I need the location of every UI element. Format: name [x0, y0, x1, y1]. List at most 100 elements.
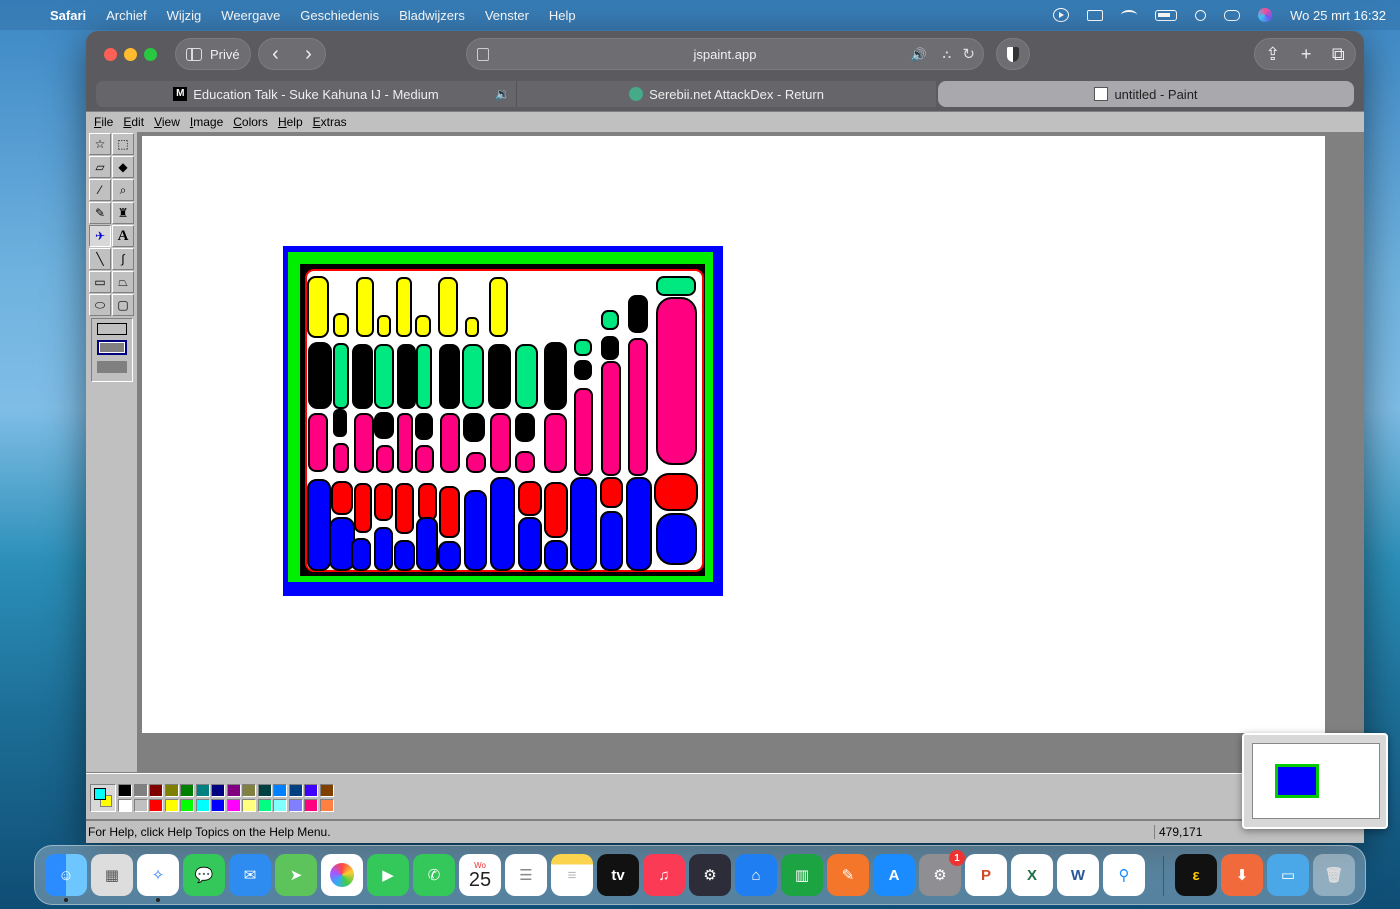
pages-icon[interactable]: ✎	[827, 854, 869, 896]
menubar-item-weergave[interactable]: Weergave	[221, 8, 280, 23]
color-swatch[interactable]	[319, 799, 334, 812]
phone-icon[interactable]: ✆	[413, 854, 455, 896]
address-bar[interactable]: jspaint.app 🔊 ⛬ ↻	[466, 38, 984, 70]
menubar-item-archief[interactable]: Archief	[106, 8, 146, 23]
mail-icon[interactable]: ✉	[229, 854, 271, 896]
color-swatch[interactable]	[133, 799, 148, 812]
music-icon[interactable]: ♫	[643, 854, 685, 896]
tab-paint[interactable]: untitled - Paint	[938, 81, 1354, 107]
brush-tool[interactable]: ♜	[112, 202, 134, 224]
spotlight-icon[interactable]	[1195, 9, 1207, 21]
privacy-shield-button[interactable]	[996, 38, 1030, 70]
paint-menu-extras[interactable]: Extras	[309, 115, 351, 129]
fill-style-fill[interactable]	[97, 361, 127, 373]
menubar-item-help[interactable]: Help	[549, 8, 576, 23]
safari-icon[interactable]: ✧	[137, 854, 179, 896]
maps-icon[interactable]: ➤	[275, 854, 317, 896]
numbers-icon[interactable]: ▥	[781, 854, 823, 896]
notes-icon[interactable]: ≡	[551, 854, 593, 896]
color-swatch[interactable]	[164, 799, 179, 812]
color-swatch[interactable]	[288, 784, 303, 797]
reminders-icon[interactable]: ☰	[505, 854, 547, 896]
color-swatch[interactable]	[195, 784, 210, 797]
tab-audio-icon[interactable]: 🔉	[495, 87, 510, 101]
new-tab-plus-icon[interactable]: +	[1301, 44, 1312, 65]
menubar-datetime[interactable]: Wo 25 mrt 16:32	[1290, 8, 1386, 23]
menubar-item-wijzig[interactable]: Wijzig	[167, 8, 202, 23]
trash-icon[interactable]: 🗑	[1313, 854, 1355, 896]
color-swatch[interactable]	[149, 784, 163, 797]
color-swatch[interactable]	[288, 799, 303, 812]
siri-icon[interactable]	[1258, 8, 1273, 22]
control-center-icon[interactable]	[1224, 9, 1241, 21]
color-swatch[interactable]	[319, 784, 334, 797]
rounded-rect-tool[interactable]: ▢	[112, 294, 134, 316]
translate-icon[interactable]: ⛬	[943, 47, 951, 62]
menubar-app-name[interactable]: Safari	[50, 8, 86, 23]
text-tool[interactable]: A	[112, 225, 134, 247]
sidebar-private-button[interactable]: Privé	[175, 38, 251, 70]
color-swatch[interactable]	[180, 784, 194, 797]
drawing-canvas[interactable]	[142, 136, 1325, 733]
downloader-icon[interactable]: ⬇	[1221, 854, 1263, 896]
back-chevron-icon[interactable]: ‹	[272, 43, 279, 66]
color-swatch[interactable]	[242, 799, 256, 812]
close-window-button[interactable]	[104, 48, 117, 61]
foreground-color-swatch[interactable]	[94, 788, 106, 800]
minimize-window-button[interactable]	[124, 48, 137, 61]
share-icon[interactable]: ⇪	[1265, 44, 1280, 65]
apple-tv-icon[interactable]: tv	[597, 854, 639, 896]
color-swatch[interactable]	[257, 799, 272, 812]
excel-icon[interactable]: X	[1011, 854, 1053, 896]
tab-medium[interactable]: M Education Talk - Suke Kahuna IJ - Medi…	[96, 81, 516, 107]
word-icon[interactable]: W	[1057, 854, 1099, 896]
fill-style-outline-fill[interactable]	[97, 340, 127, 355]
tab-overview-icon[interactable]: ⧉	[1332, 44, 1345, 65]
tab-serebii[interactable]: Serebii.net AttackDex - Return	[516, 81, 936, 107]
fill-style-outline[interactable]	[97, 323, 127, 335]
menubar-item-venster[interactable]: Venster	[485, 8, 529, 23]
powerpoint-icon[interactable]: P	[965, 854, 1007, 896]
free-select-tool[interactable]: ☆	[89, 133, 111, 155]
reload-icon[interactable]: ↻	[962, 45, 975, 63]
color-swatch[interactable]	[242, 784, 256, 797]
rectangle-tool[interactable]: ▭	[89, 271, 111, 293]
color-swatch[interactable]	[195, 799, 210, 812]
color-swatch[interactable]	[118, 784, 132, 797]
forward-chevron-icon[interactable]: ›	[305, 43, 312, 66]
calendar-icon[interactable]: Wo 25	[459, 854, 501, 896]
zoom-window-button[interactable]	[144, 48, 157, 61]
color-swatch[interactable]	[304, 784, 318, 797]
color-swatch[interactable]	[257, 784, 272, 797]
eraser-tool[interactable]: ▱	[89, 156, 111, 178]
folder-icon[interactable]: ▭	[1267, 854, 1309, 896]
paint-menu-edit[interactable]: Edit	[119, 115, 148, 129]
airbrush-tool[interactable]: ✈	[89, 225, 111, 247]
color-swatch[interactable]	[211, 784, 225, 797]
app-store-icon[interactable]: A	[873, 854, 915, 896]
ellipse-tool[interactable]: ⬭	[89, 294, 111, 316]
color-swatch[interactable]	[180, 799, 194, 812]
menubar-item-geschiedenis[interactable]: Geschiedenis	[300, 8, 379, 23]
now-playing-icon[interactable]	[1053, 8, 1070, 22]
launchpad-icon[interactable]: ▦	[91, 854, 133, 896]
app-icon[interactable]: ε	[1175, 854, 1217, 896]
rect-select-tool[interactable]: ⬚	[112, 133, 134, 155]
line-tool[interactable]: ╲	[89, 248, 111, 270]
shortcuts-icon[interactable]: ⚙	[689, 854, 731, 896]
paint-menu-help[interactable]: Help	[274, 115, 307, 129]
color-swatch[interactable]	[211, 799, 225, 812]
color-swatch[interactable]	[226, 799, 241, 812]
magnifier-tool[interactable]: ⌕	[112, 179, 134, 201]
color-swatch[interactable]	[273, 784, 287, 797]
messages-icon[interactable]: 💬	[183, 854, 225, 896]
paint-menu-image[interactable]: Image	[186, 115, 227, 129]
page-menu-icon[interactable]	[477, 48, 489, 61]
color-swatch[interactable]	[164, 784, 179, 797]
color-swatch[interactable]	[226, 784, 241, 797]
color-swatch[interactable]	[273, 799, 287, 812]
paint-menu-colors[interactable]: Colors	[229, 115, 272, 129]
paint-menu-view[interactable]: View	[150, 115, 184, 129]
facetime-icon[interactable]: ▶	[367, 854, 409, 896]
pick-color-tool[interactable]: ⁄	[89, 179, 111, 201]
